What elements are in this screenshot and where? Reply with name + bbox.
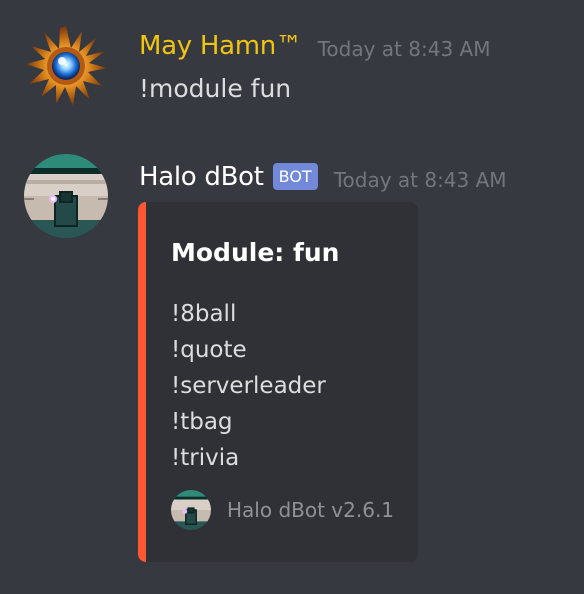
halo-helmet-avatar-icon[interactable] [24, 154, 108, 238]
embed-accent-bar [138, 202, 146, 562]
embed-title: Module: fun [171, 238, 340, 267]
message-text: !module fun [139, 74, 292, 103]
halo-helmet-icon [171, 490, 211, 530]
list-item: !8ball [171, 301, 237, 327]
message-may-hamn: May Hamn™ Today at 8:43 AM !module fun [0, 0, 584, 130]
chat-log: May Hamn™ Today at 8:43 AM !module fun H… [0, 0, 584, 594]
message-halo-dbot: Halo dBot BOT Today at 8:43 AM Module: f… [0, 130, 584, 594]
list-item: !quote [171, 337, 247, 363]
message-header: Halo dBot BOT Today at 8:43 AM [139, 159, 507, 195]
list-item: !trivia [171, 445, 240, 471]
embed-card: Module: fun !8ball !quote !serverleader … [138, 202, 418, 562]
message-header: May Hamn™ Today at 8:43 AM [139, 28, 490, 64]
bot-badge: BOT [272, 162, 318, 190]
author-name[interactable]: May Hamn™ [139, 31, 302, 61]
list-item: !tbag [171, 409, 233, 435]
embed-command-list: !8ball !quote !serverleader !tbag !trivi… [171, 296, 326, 476]
sunburst-avatar-icon[interactable] [24, 24, 108, 108]
embed-footer: Halo dBot v2.6.1 [171, 490, 394, 530]
message-timestamp: Today at 8:43 AM [317, 37, 491, 61]
embed-footer-text: Halo dBot v2.6.1 [227, 498, 395, 522]
author-name[interactable]: Halo dBot [139, 162, 264, 192]
message-timestamp: Today at 8:43 AM [333, 168, 507, 192]
list-item: !serverleader [171, 373, 326, 399]
